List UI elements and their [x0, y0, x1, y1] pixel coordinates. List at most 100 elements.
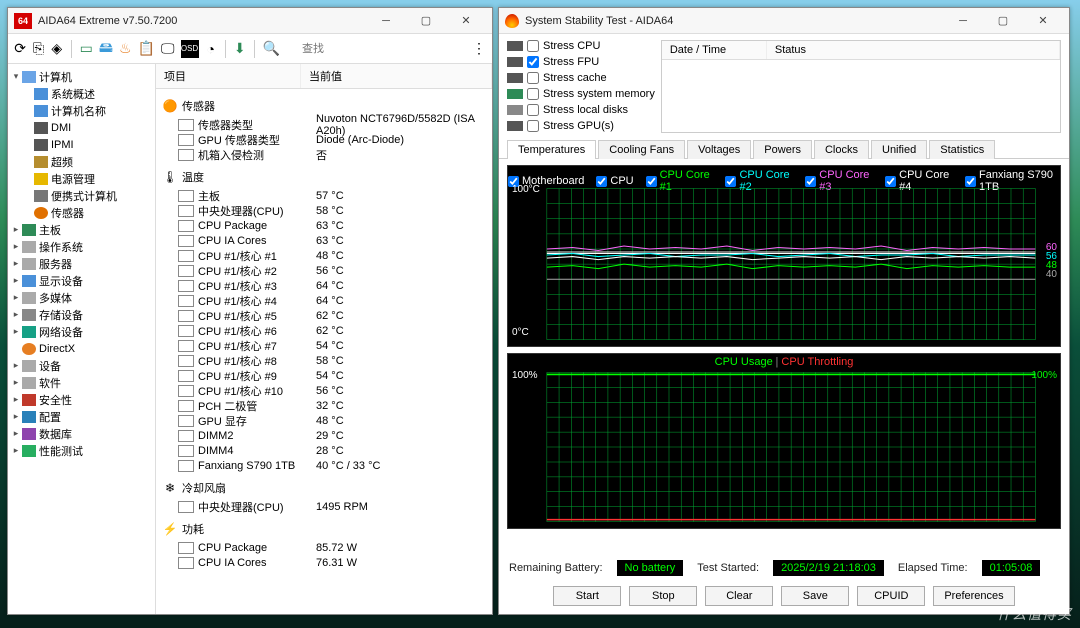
sensor-row[interactable]: 主板57 °C — [156, 188, 492, 203]
monitor-icon[interactable]: 🖵 — [161, 40, 175, 58]
menu-icon[interactable]: ⋮ — [472, 40, 486, 58]
sensor-row[interactable]: DIMM229 °C — [156, 428, 492, 443]
tree-item[interactable]: ▸软件 — [10, 374, 153, 391]
sensor-row[interactable]: CPU #1/核心 #954 °C — [156, 368, 492, 383]
tree-item[interactable]: ▸显示设备 — [10, 272, 153, 289]
clipboard-icon[interactable]: 📋 — [138, 40, 155, 58]
col-field[interactable]: 项目 — [156, 64, 301, 88]
cpuid-button[interactable]: CPUID — [857, 586, 925, 606]
disk-icon[interactable]: 🖴 — [99, 40, 113, 58]
ram-icon[interactable]: ▭ — [80, 40, 93, 58]
tree-item[interactable]: 便携式计算机 — [10, 187, 153, 204]
stress-option[interactable]: Stress local disks — [507, 104, 655, 116]
tree-item[interactable]: 超频 — [10, 153, 153, 170]
gauge-icon[interactable]: ◔ — [205, 40, 217, 58]
tree-item[interactable]: 系统概述 — [10, 85, 153, 102]
stress-option[interactable]: Stress CPU — [507, 40, 655, 52]
stop-button[interactable]: Stop — [629, 586, 697, 606]
log-col-status[interactable]: Status — [767, 41, 1060, 59]
sensor-row[interactable]: 机箱入侵检测否 — [156, 147, 492, 162]
flame-icon — [505, 14, 519, 28]
start-value: 2025/2/19 21:18:03 — [773, 560, 884, 576]
stress-option[interactable]: Stress FPU — [507, 56, 655, 68]
tree-item[interactable]: ▸操作系统 — [10, 238, 153, 255]
sensor-row[interactable]: CPU #1/核心 #364 °C — [156, 278, 492, 293]
stress-option[interactable]: Stress cache — [507, 72, 655, 84]
log-body — [662, 60, 1060, 132]
tree-item[interactable]: ▸网络设备 — [10, 323, 153, 340]
download-icon[interactable]: ⬇ — [234, 40, 246, 58]
tree-item[interactable]: ▸配置 — [10, 408, 153, 425]
tree-item[interactable]: 传感器 — [10, 204, 153, 221]
close-button[interactable]: ✕ — [1023, 9, 1063, 33]
tab[interactable]: Cooling Fans — [598, 140, 685, 159]
preferences-button[interactable]: Preferences — [933, 586, 1014, 606]
sensor-row[interactable]: CPU Package63 °C — [156, 218, 492, 233]
close-button[interactable]: ✕ — [446, 9, 486, 33]
nav-tree[interactable]: ▾计算机系统概述计算机名称DMIIPMI超频电源管理便携式计算机传感器▸主板▸操… — [8, 64, 156, 614]
tree-item[interactable]: 计算机名称 — [10, 102, 153, 119]
tab[interactable]: Voltages — [687, 140, 751, 159]
maximize-button[interactable]: ▢ — [983, 9, 1023, 33]
sensor-row[interactable]: PCH 二极管32 °C — [156, 398, 492, 413]
sensor-row[interactable]: CPU IA Cores63 °C — [156, 233, 492, 248]
titlebar[interactable]: 64 AIDA64 Extreme v7.50.7200 ─ ▢ ✕ — [8, 8, 492, 34]
sensor-row[interactable]: CPU #1/核心 #256 °C — [156, 263, 492, 278]
col-value[interactable]: 当前值 — [301, 64, 492, 88]
stability-test-window: System Stability Test - AIDA64 ─ ▢ ✕ Str… — [498, 7, 1070, 615]
tab[interactable]: Temperatures — [507, 140, 596, 159]
flame-icon[interactable]: ♨ — [119, 40, 132, 58]
osd-icon[interactable]: OSD — [181, 40, 199, 58]
tree-item[interactable]: DMI — [10, 119, 153, 136]
sensor-row[interactable]: CPU IA Cores76.31 W — [156, 555, 492, 570]
tree-item[interactable]: ▸安全性 — [10, 391, 153, 408]
tree-item[interactable]: DirectX — [10, 340, 153, 357]
sensor-row[interactable]: DIMM428 °C — [156, 443, 492, 458]
sensor-row[interactable]: CPU #1/核心 #858 °C — [156, 353, 492, 368]
minimize-button[interactable]: ─ — [366, 9, 406, 33]
search-icon[interactable]: 🔍 — [263, 40, 280, 58]
sensor-row[interactable]: CPU #1/核心 #562 °C — [156, 308, 492, 323]
sensor-row[interactable]: CPU #1/核心 #662 °C — [156, 323, 492, 338]
tree-item[interactable]: IPMI — [10, 136, 153, 153]
minimize-button[interactable]: ─ — [943, 9, 983, 33]
titlebar[interactable]: System Stability Test - AIDA64 ─ ▢ ✕ — [499, 8, 1069, 34]
tree-item[interactable]: ▸性能测试 — [10, 442, 153, 459]
sensor-list[interactable]: 项目 当前值 🟠传感器传感器类型Nuvoton NCT6796D/5582D (… — [156, 64, 492, 614]
tree-item[interactable]: ▸主板 — [10, 221, 153, 238]
maximize-button[interactable]: ▢ — [406, 9, 446, 33]
tab[interactable]: Powers — [753, 140, 812, 159]
sensor-row[interactable]: CPU Package85.72 W — [156, 540, 492, 555]
sensor-row[interactable]: GPU 显存48 °C — [156, 413, 492, 428]
refresh-icon[interactable]: ⟳ — [14, 40, 26, 58]
clear-button[interactable]: Clear — [705, 586, 773, 606]
search-input[interactable] — [296, 41, 466, 57]
tree-item[interactable]: ▾计算机 — [10, 68, 153, 85]
copy-icon[interactable]: ⎘ — [32, 40, 44, 58]
log-col-datetime[interactable]: Date / Time — [662, 41, 767, 59]
sensor-row[interactable]: 中央处理器(CPU)1495 RPM — [156, 499, 492, 514]
sensor-row[interactable]: CPU #1/核心 #148 °C — [156, 248, 492, 263]
save-button[interactable]: Save — [781, 586, 849, 606]
sensor-row[interactable]: Fanxiang S790 1TB40 °C / 33 °C — [156, 458, 492, 473]
sensor-row[interactable]: CPU #1/核心 #754 °C — [156, 338, 492, 353]
button-row: Start Stop Clear Save CPUID Preferences — [499, 582, 1069, 614]
tree-item[interactable]: 电源管理 — [10, 170, 153, 187]
tab[interactable]: Clocks — [814, 140, 869, 159]
tree-item[interactable]: ▸数据库 — [10, 425, 153, 442]
tree-item[interactable]: ▸存储设备 — [10, 306, 153, 323]
stress-option[interactable]: Stress GPU(s) — [507, 120, 655, 132]
tree-item[interactable]: ▸服务器 — [10, 255, 153, 272]
tab[interactable]: Statistics — [929, 140, 995, 159]
tree-item[interactable]: ▸设备 — [10, 357, 153, 374]
stress-option[interactable]: Stress system memory — [507, 88, 655, 100]
sensor-row[interactable]: 中央处理器(CPU)58 °C — [156, 203, 492, 218]
tree-item[interactable]: ▸多媒体 — [10, 289, 153, 306]
sensor-row[interactable]: 传感器类型Nuvoton NCT6796D/5582D (ISA A20h) — [156, 117, 492, 132]
tab[interactable]: Unified — [871, 140, 927, 159]
sensor-row[interactable]: GPU 传感器类型Diode (Arc-Diode) — [156, 132, 492, 147]
sensor-row[interactable]: CPU #1/核心 #1056 °C — [156, 383, 492, 398]
report-icon[interactable]: ◈ — [51, 40, 63, 58]
start-button[interactable]: Start — [553, 586, 621, 606]
sensor-row[interactable]: CPU #1/核心 #464 °C — [156, 293, 492, 308]
